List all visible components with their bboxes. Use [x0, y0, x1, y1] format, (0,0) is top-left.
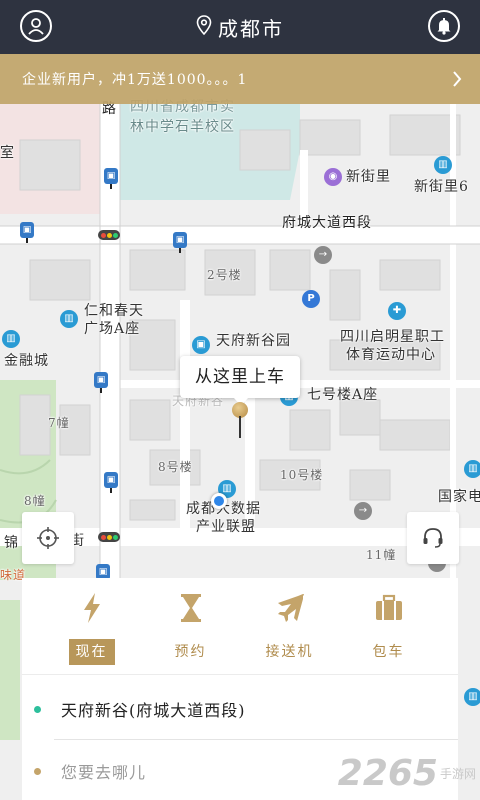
- watermark-number: 2265: [337, 753, 438, 794]
- bus-stop-icon[interactable]: ▣: [104, 168, 118, 189]
- tab-label: 现在: [68, 639, 115, 665]
- city-selector[interactable]: 成都市: [196, 13, 284, 42]
- map-label-bigdata-2: 产业联盟: [196, 519, 256, 535]
- shopping-poi-icon[interactable]: ◉: [324, 168, 342, 186]
- user-icon[interactable]: [20, 10, 52, 42]
- pickup-pin-icon[interactable]: [232, 402, 248, 438]
- bell-icon[interactable]: [428, 10, 460, 42]
- map-label-sichuan-qiming-2: 体育运动中心: [346, 347, 436, 363]
- map-label-renhe: 仁和春天: [84, 303, 144, 319]
- top-bar: 成都市: [0, 0, 480, 54]
- tab-now[interactable]: 现在: [47, 578, 137, 674]
- bank-poi-icon[interactable]: ▥: [434, 156, 452, 174]
- watermark-suffix: 手游网: [439, 767, 476, 781]
- briefcase-icon: [371, 590, 407, 626]
- map-label-school-2: 林中学石羊校区: [130, 119, 235, 135]
- traffic-light-icon: [98, 230, 120, 240]
- destination-dot-icon: [34, 767, 41, 775]
- service-tabs: 现在 预约 接送机 包车: [22, 578, 458, 674]
- building-poi-icon[interactable]: ▣: [192, 336, 210, 354]
- map-label-building-8-zhuang: 8幢: [24, 494, 46, 508]
- bank-poi-icon[interactable]: ▥: [2, 330, 20, 348]
- map-label-building-2: 2号楼: [207, 268, 242, 282]
- pickup-address-row[interactable]: 天府新谷(府城大道西段): [22, 678, 458, 740]
- watermark-logo: 2265 手游网: [338, 753, 476, 794]
- lightning-icon: [74, 590, 110, 626]
- map-label-guojia: 国家电: [438, 489, 480, 505]
- tab-label: 包车: [372, 644, 405, 660]
- current-location-dot: [211, 493, 227, 509]
- airplane-icon: [272, 590, 308, 626]
- map-label-building-11: 11幢: [366, 548, 397, 562]
- bus-stop-icon[interactable]: ▣: [173, 232, 187, 253]
- bus-stop-icon[interactable]: ▣: [94, 372, 108, 393]
- city-name: 成都市: [218, 16, 284, 41]
- bus-stop-icon[interactable]: ▣: [20, 222, 34, 243]
- map-label-fucheng-road: 府城大道西段: [282, 215, 372, 231]
- bank-poi-icon[interactable]: ▥: [464, 688, 480, 706]
- map-label-jin: 锦: [4, 535, 19, 551]
- crosshair-icon[interactable]: [22, 512, 74, 564]
- map-pin-icon: [196, 14, 212, 40]
- map-label-xinjieli: 新街里: [346, 169, 391, 185]
- gate-poi-icon[interactable]: →: [354, 502, 372, 520]
- tab-label: 接送机: [265, 644, 314, 660]
- gate-poi-icon[interactable]: →: [314, 246, 332, 264]
- bank-poi-icon[interactable]: ▥: [60, 310, 78, 328]
- bank-poi-icon[interactable]: ▥: [464, 460, 480, 478]
- promo-banner[interactable]: 企业新用户，冲1万送1000。。。1: [0, 54, 480, 104]
- map-label-building-10: 10号楼: [280, 468, 324, 482]
- headset-icon[interactable]: [407, 512, 459, 564]
- bus-stop-icon[interactable]: ▣: [104, 472, 118, 493]
- traffic-light-icon: [98, 532, 120, 542]
- map-label-xinjieli-6: 新街里6: [414, 179, 469, 195]
- tab-reserve[interactable]: 预约: [146, 578, 236, 674]
- tab-label: 预约: [174, 644, 207, 660]
- map-label-building-7: 7幢: [48, 416, 70, 430]
- map-label-building-8: 8号楼: [158, 460, 193, 474]
- hospital-poi-icon[interactable]: ✚: [388, 302, 406, 320]
- tab-charter[interactable]: 包车: [344, 578, 434, 674]
- divider: [22, 674, 458, 675]
- promo-text: 企业新用户，冲1万送1000。。。1: [22, 72, 248, 88]
- pickup-dot-icon: [34, 705, 41, 713]
- map-label-renhe-2: 广场A座: [84, 321, 141, 337]
- map-label-building-7a: 七号楼A座: [307, 387, 379, 403]
- map-label-sichuan-qiming: 四川启明星职工: [340, 329, 445, 345]
- hourglass-icon: [173, 590, 209, 626]
- destination-placeholder: 您要去哪儿: [61, 763, 147, 782]
- parking-poi-icon[interactable]: P: [302, 290, 320, 308]
- map-label-tianfu-xingu: 天府新谷园: [216, 333, 291, 349]
- map-label-jinrong: 金融城: [4, 353, 49, 369]
- map-label-shi: 室: [0, 145, 15, 161]
- tab-airport[interactable]: 接送机: [245, 578, 335, 674]
- pickup-address: 天府新谷(府城大道西段): [61, 701, 246, 720]
- chevron-right-icon: [452, 71, 462, 91]
- pickup-callout[interactable]: 从这里上车: [180, 356, 300, 406]
